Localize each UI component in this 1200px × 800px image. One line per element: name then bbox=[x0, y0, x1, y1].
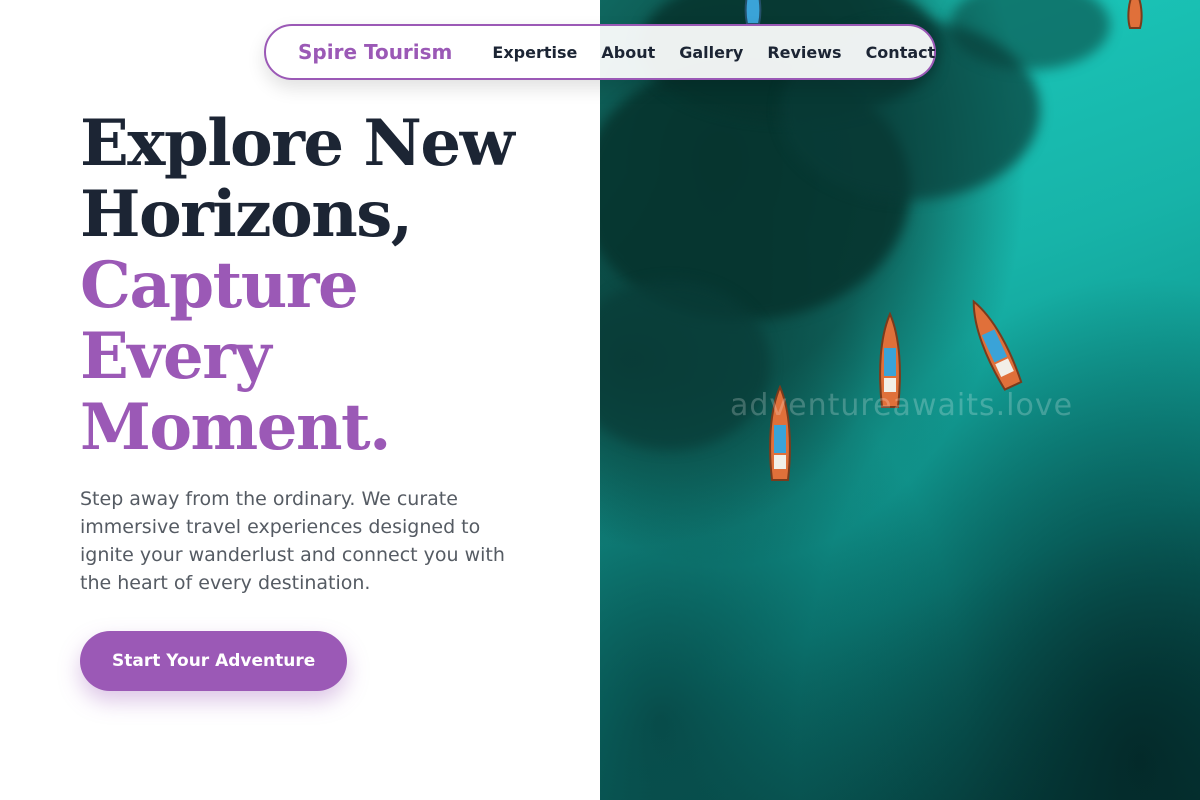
headline-line: Horizons, bbox=[80, 177, 413, 252]
nav-link-reviews[interactable]: Reviews bbox=[767, 43, 841, 62]
brand-logo-link[interactable]: Spire Tourism bbox=[298, 40, 452, 64]
headline-accent-line: Moment. bbox=[80, 390, 391, 465]
nav-link-contact[interactable]: Contact bbox=[866, 43, 936, 62]
nav-link-gallery[interactable]: Gallery bbox=[679, 43, 743, 62]
headline-line: Explore New bbox=[80, 106, 515, 181]
boat-icon bbox=[1127, 0, 1143, 29]
image-watermark: adventureawaits.love bbox=[730, 388, 1074, 423]
headline-accent-line: Every bbox=[80, 319, 272, 394]
hero-description: Step away from the ordinary. We curate i… bbox=[80, 488, 505, 594]
boat-icon bbox=[972, 299, 1023, 391]
hero-content: Explore New Horizons, Capture Every Mome… bbox=[80, 108, 550, 691]
nav-link-expertise[interactable]: Expertise bbox=[492, 43, 577, 62]
boat-icon bbox=[744, 0, 762, 25]
start-adventure-button[interactable]: Start Your Adventure bbox=[80, 631, 348, 691]
hero-image: adventureawaits.love bbox=[600, 0, 1200, 800]
main-navigation: Spire Tourism Expertise About Gallery Re… bbox=[264, 24, 936, 80]
hero-headline: Explore New Horizons, Capture Every Mome… bbox=[80, 108, 550, 463]
headline-accent-line: Capture bbox=[80, 248, 359, 323]
nav-link-about[interactable]: About bbox=[601, 43, 655, 62]
